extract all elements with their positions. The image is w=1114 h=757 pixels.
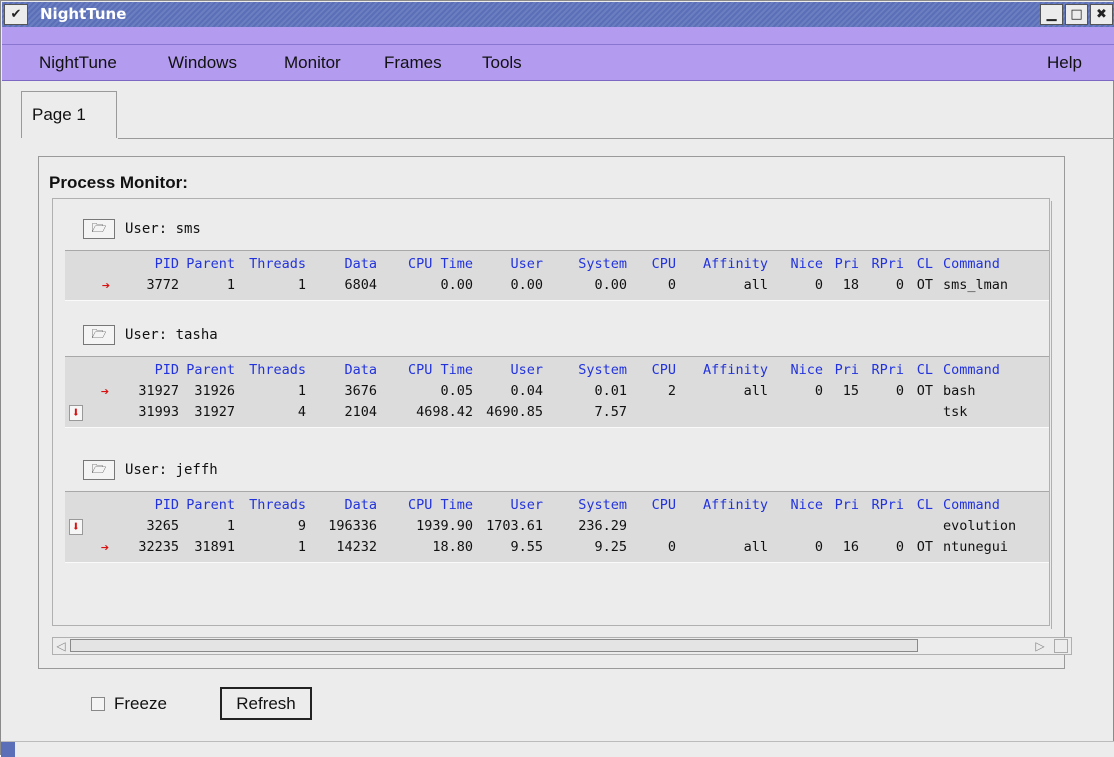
user-label: User: tasha [125,327,218,343]
table-header: PID Parent Threads Data CPU Time User System CP… [1,362,1114,382]
table-header: PID Parent Threads Data CPU Time User System CP… [1,256,1114,276]
scroll-left-icon[interactable]: ◁ [53,638,69,654]
column-header-user[interactable]: User [453,256,543,272]
window-menu-button[interactable]: ✔ [4,4,28,25]
cell-data: 3676 [344,383,377,399]
cell-cl: OT [916,539,933,555]
table-row[interactable]: ⬇ 31993 31927 4 2104 4698.42 4690.85 7.57 tsk [1,404,1114,424]
scrollbar-thumb[interactable] [70,639,918,652]
close-button[interactable]: ✖ [1090,4,1113,25]
cell-data: 14232 [336,539,377,555]
cell-system: 236.29 [578,518,627,534]
column-header-cpu[interactable]: CPU [586,256,676,272]
cell-cl: OT [916,277,933,293]
cell-command: sms_lman [943,277,1009,293]
window-title: NightTune [40,5,127,23]
column-header-cl[interactable]: CL [843,256,933,272]
cell-user: 0.04 [510,383,543,399]
column-header-data[interactable]: Data [287,362,377,378]
chevron-down-icon: ✔ [10,7,22,22]
column-header-command[interactable]: Command [943,256,1000,272]
down-arrow-icon[interactable]: ⬇ [69,405,83,421]
horizontal-scrollbar[interactable]: ◁ ▷ [52,637,1072,657]
user-group-header[interactable]: 🗁 User: tasha [83,323,218,347]
minimize-icon: ▁ [1046,7,1057,22]
cell-cpu: 0 [667,277,676,293]
cell-command: bash [943,383,976,399]
menu-monitor[interactable]: Monitor [284,53,341,73]
column-header-data[interactable]: Data [287,256,377,272]
nighttune-window: ✔ NightTune ▁ □ ✖ NightTune Windows Moni… [0,0,1114,757]
menubar-bg [2,27,1114,44]
user-group-header[interactable]: 🗁 User: sms [83,217,201,241]
cell-data: 196336 [328,518,377,534]
table-row[interactable]: ➔ 3772 1 1 6804 0.00 0.00 0.00 0 all 0 18 0 OT sms_lma… [1,277,1114,297]
column-header-data[interactable]: Data [287,497,377,513]
checkbox-icon[interactable] [91,697,105,711]
column-header-cl[interactable]: CL [843,497,933,513]
cell-data: 6804 [344,277,377,293]
table-header: PID Parent Threads Data CPU Time User System CP… [1,497,1114,517]
menu-tools[interactable]: Tools [482,53,522,73]
column-header-cpu[interactable]: CPU [586,362,676,378]
column-header-command[interactable]: Command [943,497,1000,513]
column-header-cl[interactable]: CL [843,362,933,378]
table-row[interactable]: ⬇ 3265 1 9 196336 1939.90 1703.61 236.29 evoluti… [1,518,1114,538]
cell-user: 0.00 [510,277,543,293]
cell-command: evolution [943,518,1017,534]
folder-open-icon[interactable]: 🗁 [83,325,115,345]
tab-label: Page 1 [32,105,86,124]
cell-cpu: 2 [667,383,676,399]
user-group-header[interactable]: 🗁 User: jeffh [83,458,218,482]
close-icon: ✖ [1096,7,1107,22]
column-header-cpu[interactable]: CPU [586,497,676,513]
user-label: User: jeffh [125,462,218,478]
refresh-label: Refresh [236,693,296,713]
tab-divider [118,138,1114,139]
cell-command: ntunegui [943,539,1009,555]
menu-help[interactable]: Help [1047,53,1082,73]
process-monitor-title: Process Monitor: [49,173,188,192]
menu-windows[interactable]: Windows [168,53,237,73]
cell-cpu: 0 [667,539,676,555]
table-row[interactable]: ➔ 31927 31926 1 3676 0.05 0.04 0.01 2 all 0 15 0 OT ba… [1,383,1114,403]
freeze-label: Freeze [114,694,167,713]
tab-page-1[interactable]: Page 1 [21,91,117,138]
cell-user: 4690.85 [486,404,543,420]
column-header-command[interactable]: Command [943,362,1000,378]
cell-data: 2104 [344,404,377,420]
column-header-user[interactable]: User [453,497,543,513]
column-header-user[interactable]: User [453,362,543,378]
refresh-button[interactable]: Refresh [220,687,312,720]
menu-frames[interactable]: Frames [384,53,442,73]
menu-nighttune[interactable]: NightTune [39,53,117,73]
title-bar[interactable]: ✔ NightTune ▁ □ ✖ [2,2,1114,27]
minimize-button[interactable]: ▁ [1040,4,1063,25]
freeze-checkbox[interactable]: Freeze [91,694,167,714]
cell-user: 9.55 [510,539,543,555]
folder-open-icon[interactable]: 🗁 [83,460,115,480]
cell-system: 7.57 [594,404,627,420]
cell-command: tsk [943,404,968,420]
down-arrow-icon[interactable]: ⬇ [69,519,83,535]
scroll-corner [1054,639,1068,653]
maximize-button[interactable]: □ [1065,4,1088,25]
user-label: User: sms [125,221,201,237]
cell-cl: OT [916,383,933,399]
cell-user: 1703.61 [486,518,543,534]
maximize-icon: □ [1070,7,1083,22]
table-row[interactable]: ➔ 32235 31891 1 14232 18.80 9.55 9.25 0 all 0 16 0 OT… [1,539,1114,559]
folder-open-icon[interactable]: 🗁 [83,219,115,239]
menubar: NightTune Windows Monitor Frames Tools H… [2,44,1114,81]
scroll-right-icon[interactable]: ▷ [1032,638,1048,654]
